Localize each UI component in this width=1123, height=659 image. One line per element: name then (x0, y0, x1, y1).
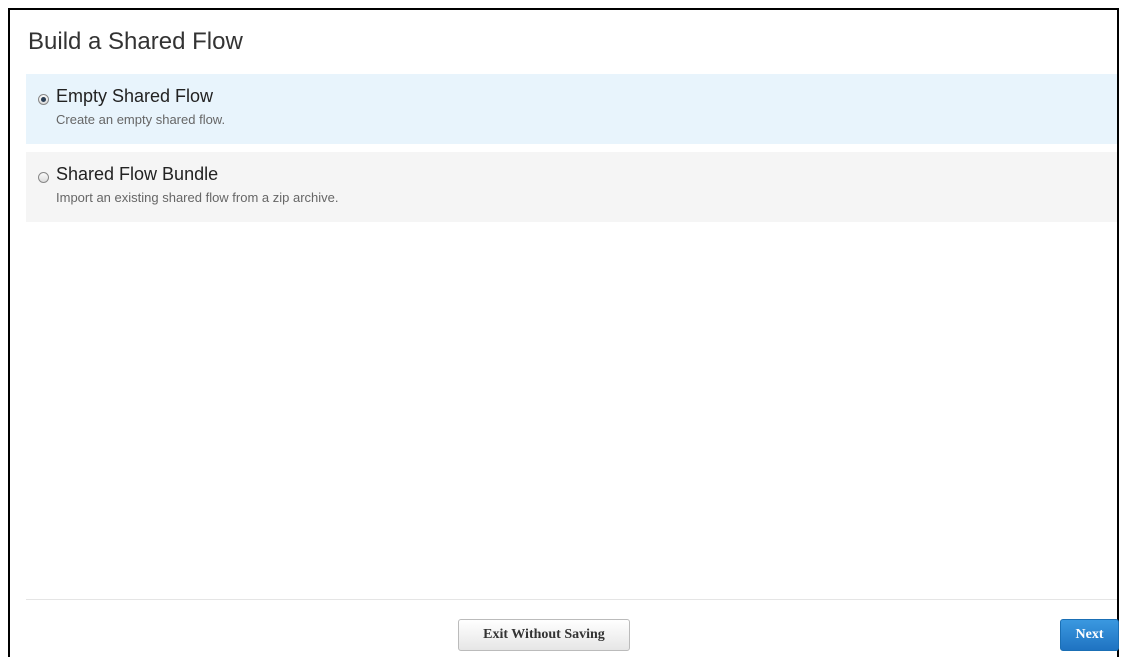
build-shared-flow-dialog: Build a Shared Flow Empty Shared Flow Cr… (8, 8, 1119, 657)
option-description: Import an existing shared flow from a zi… (56, 190, 339, 205)
page-title: Build a Shared Flow (28, 28, 243, 55)
exit-without-saving-button[interactable]: Exit Without Saving (458, 619, 630, 651)
option-shared-flow-bundle[interactable]: Shared Flow Bundle Import an existing sh… (26, 152, 1117, 222)
option-title: Empty Shared Flow (56, 86, 214, 106)
option-title: Shared Flow Bundle (56, 164, 219, 184)
option-empty-shared-flow[interactable]: Empty Shared Flow Create an empty shared… (26, 74, 1117, 144)
radio-dot-icon (41, 97, 46, 102)
footer-divider (26, 599, 1117, 600)
radio-button-selected[interactable] (38, 94, 49, 105)
option-description: Create an empty shared flow. (56, 112, 226, 127)
next-button[interactable]: Next (1060, 619, 1119, 651)
radio-button-unselected[interactable] (38, 172, 49, 183)
